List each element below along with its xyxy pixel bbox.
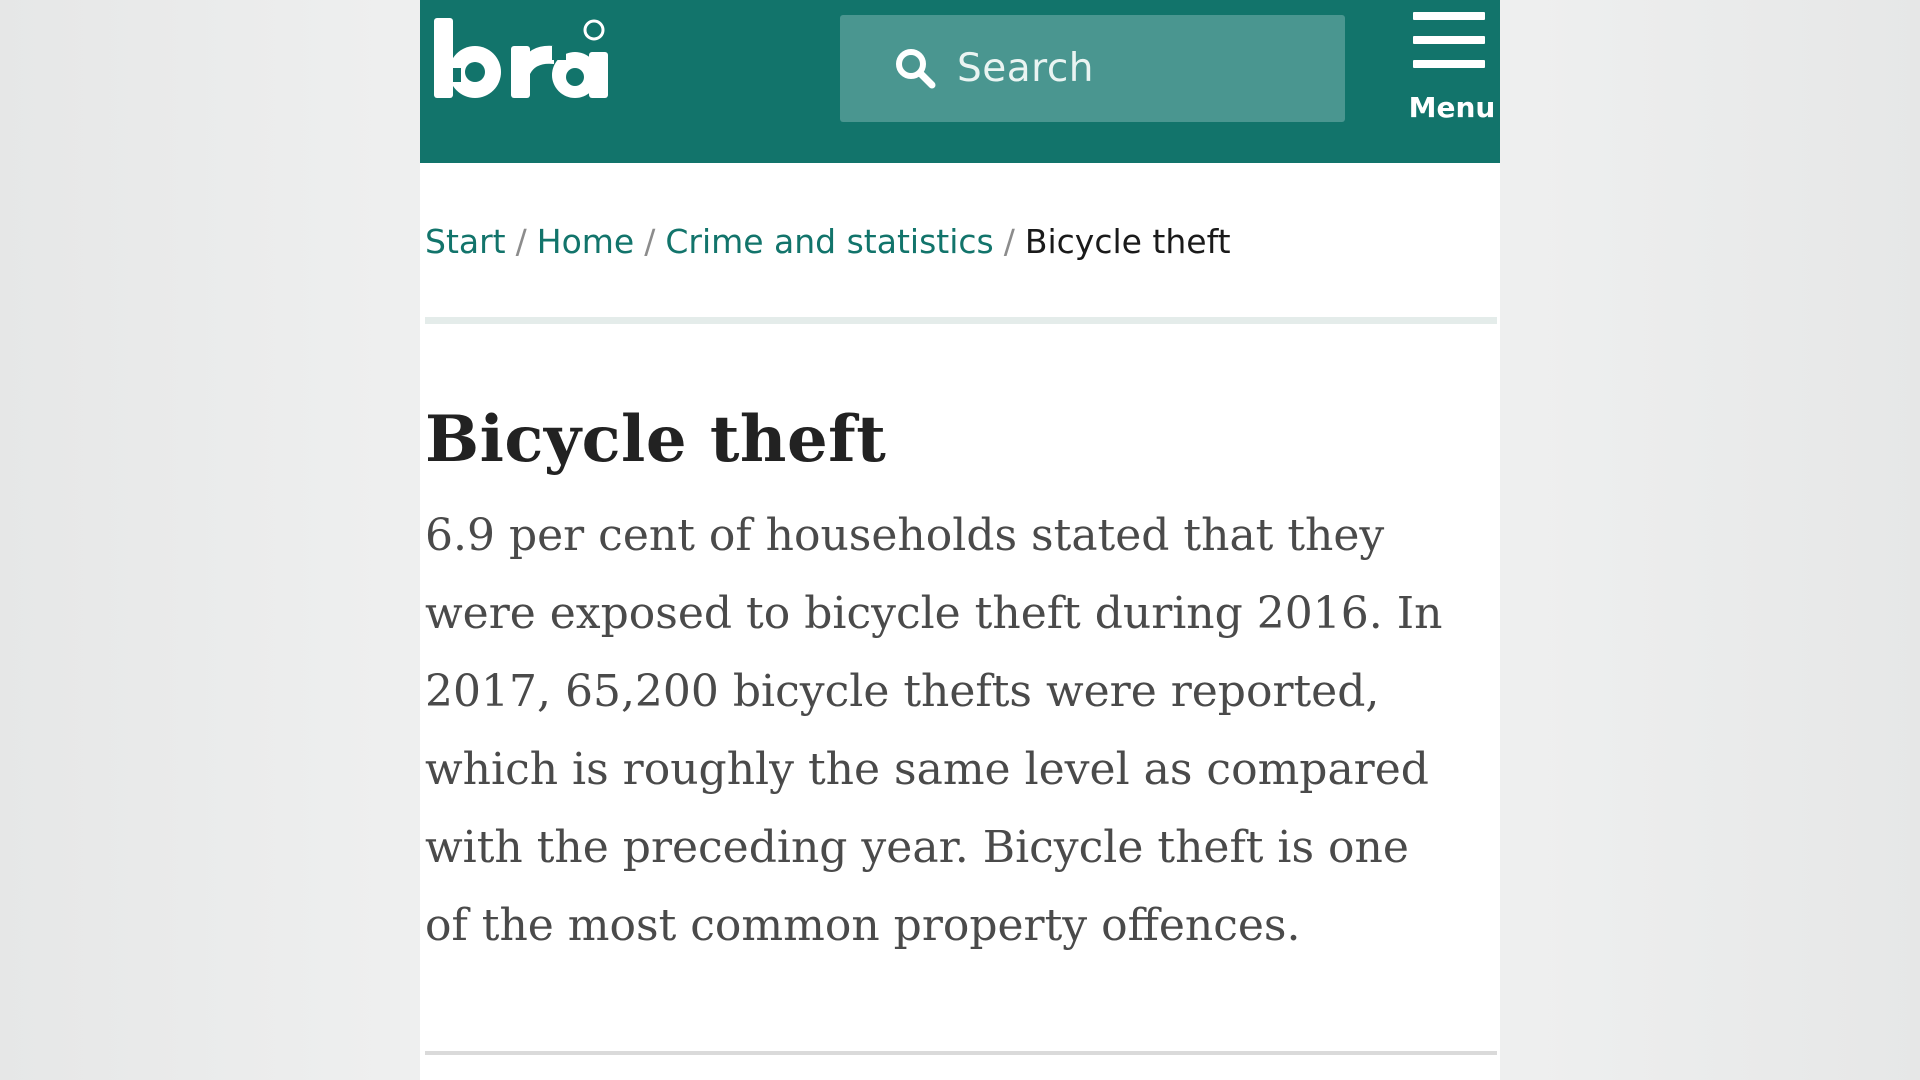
content-divider <box>425 1051 1497 1055</box>
lead-line: were exposed to bicycle theft during 201… <box>425 588 1443 639</box>
lead-line: which is roughly the same level as compa… <box>425 744 1429 795</box>
breadcrumb-start-link[interactable]: Start <box>425 222 506 261</box>
search-input[interactable]: Search <box>840 15 1345 122</box>
bra-logo[interactable] <box>432 16 614 108</box>
breadcrumb: Start / Home / Crime and statistics / Bicycle … <box>425 218 1231 266</box>
lead-line: 2017, 65,200 bicycle thefts were reporte… <box>425 666 1380 717</box>
lead-line: 6.9 per cent of households stated that t… <box>425 510 1385 561</box>
breadcrumb-divider <box>425 317 1497 324</box>
breadcrumb-crime-statistics-link[interactable]: Crime and statistics <box>665 222 993 261</box>
search-icon <box>892 45 940 93</box>
page-title: Bicycle theft <box>425 402 887 477</box>
breadcrumb-separator: / <box>1003 222 1015 261</box>
breadcrumb-home-link[interactable]: Home <box>537 222 634 261</box>
breadcrumb-separator: / <box>644 222 656 261</box>
hamburger-icon <box>1413 12 1485 72</box>
bra-logo-graphic <box>434 18 608 98</box>
menu-label: Menu <box>1408 91 1496 124</box>
search-placeholder: Search <box>957 46 1094 91</box>
breadcrumb-separator: / <box>515 222 527 261</box>
menu-button[interactable]: Menu <box>1407 12 1497 132</box>
site-header: Search Menu <box>420 0 1500 163</box>
breadcrumb-current: Bicycle theft <box>1024 222 1231 261</box>
article-lead: 6.9 per cent of households stated that t… <box>425 497 1497 965</box>
lead-line: of the most common property offences. <box>425 900 1301 951</box>
lead-line: with the preceding year. Bicycle theft i… <box>425 822 1409 873</box>
page: Search Menu Start / Home / Crime and statist… <box>420 0 1500 1080</box>
